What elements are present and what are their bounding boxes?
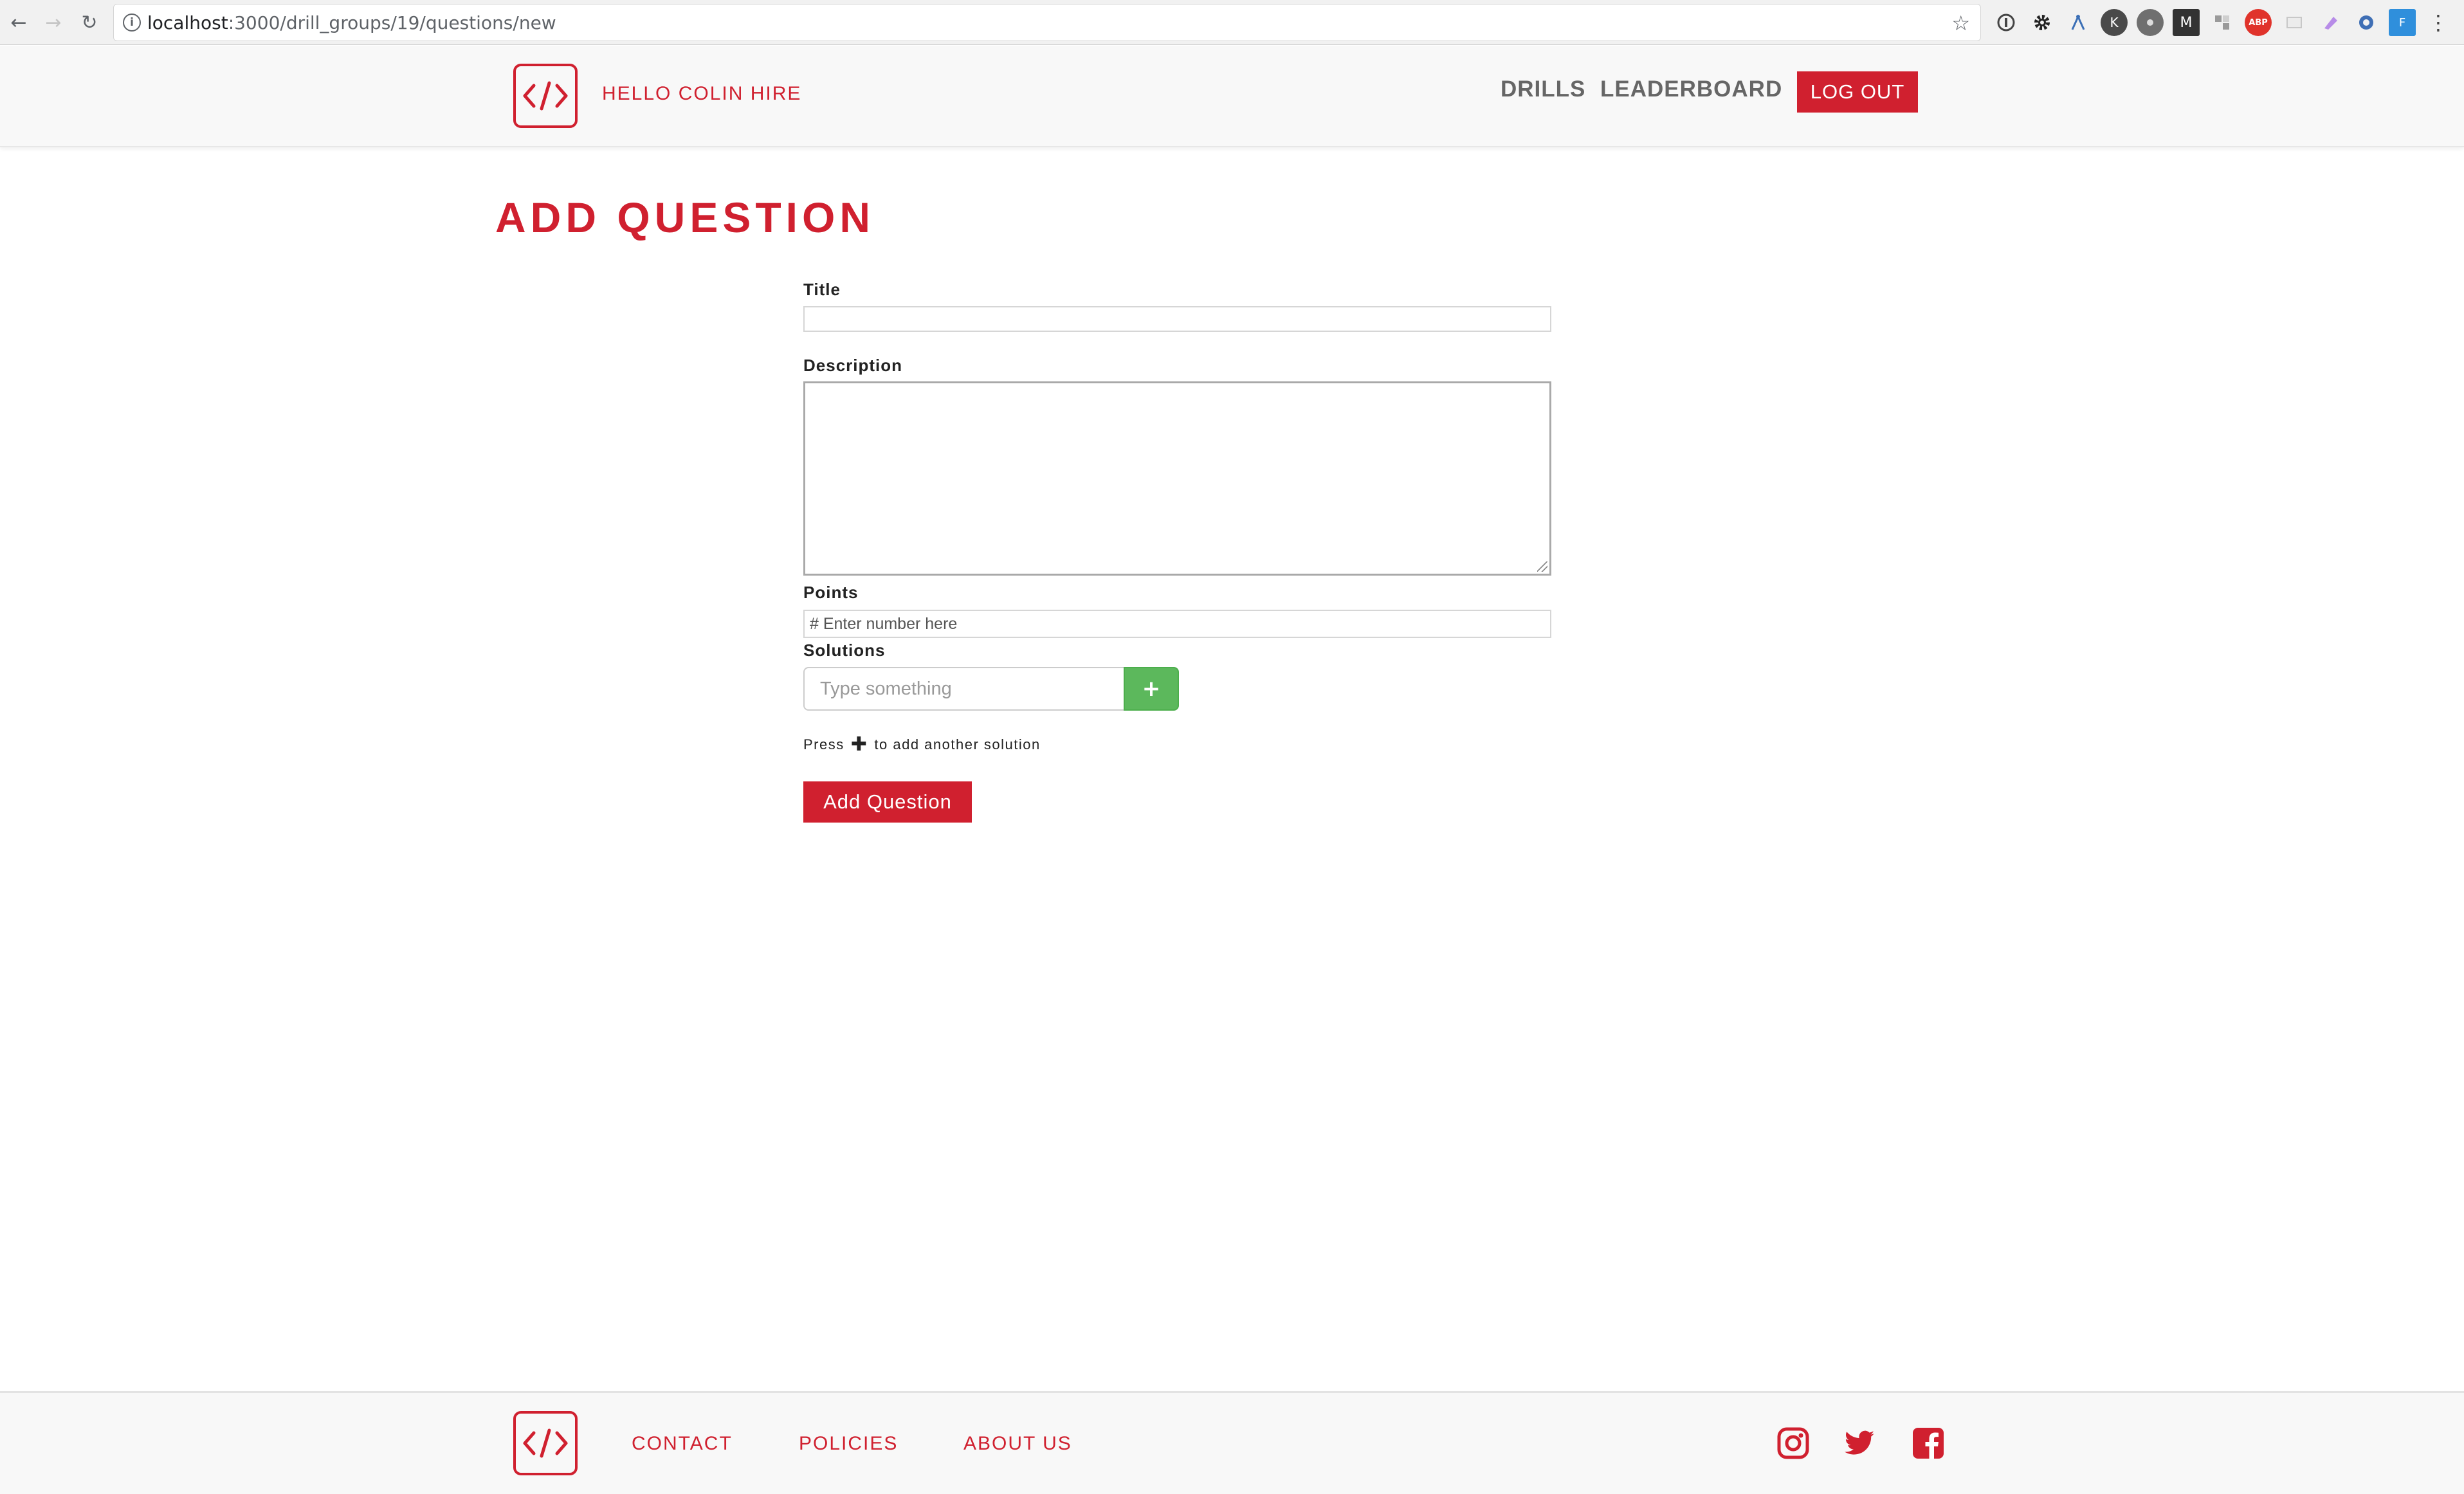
instagram-icon[interactable] — [1776, 1426, 1810, 1460]
blank-extension-icon[interactable] — [2281, 9, 2308, 36]
cloud-extension-icon[interactable] — [2353, 9, 2380, 36]
description-label: Description — [803, 356, 903, 375]
hint-suffix: to add another solution — [874, 736, 1041, 752]
browser-toolbar: ← → ↻ i localhost:3000/drill_groups/19/q… — [0, 0, 2464, 45]
site-header: HELLO COLIN HIRE DRILLS LEADERBOARD LOG … — [0, 46, 2464, 147]
points-placeholder: # Enter number here — [810, 614, 958, 633]
footer-code-logo-icon[interactable] — [513, 1411, 578, 1475]
k-extension-icon[interactable]: K — [2101, 9, 2128, 36]
footer-about-link[interactable]: ABOUT US — [963, 1433, 1072, 1455]
site-footer: CONTACT POLICIES ABOUT US — [0, 1391, 2464, 1494]
forward-icon[interactable]: → — [39, 8, 68, 37]
mail-extension-icon[interactable]: M — [2173, 9, 2200, 36]
twitter-icon[interactable] — [1843, 1426, 1877, 1460]
add-question-button[interactable]: Add Question — [803, 781, 972, 823]
solutions-label: Solutions — [803, 641, 886, 660]
puzzle-extension-icon[interactable] — [2209, 9, 2236, 36]
extensions-bar: K M ABP F ⋮ — [1993, 9, 2452, 36]
add-solution-button[interactable]: + — [1124, 667, 1179, 711]
user-greeting: HELLO COLIN HIRE — [602, 83, 802, 104]
logout-button[interactable]: LOG OUT — [1797, 71, 1918, 113]
description-textarea[interactable] — [803, 381, 1551, 576]
nav-drills-link[interactable]: DRILLS — [1501, 77, 1585, 102]
bookmark-star-icon[interactable]: ☆ — [1951, 11, 1970, 35]
url-path: :3000/drill_groups/19/questions/new — [228, 12, 556, 33]
title-input[interactable] — [803, 306, 1551, 332]
footer-policies-link[interactable]: POLICIES — [799, 1433, 898, 1455]
code-logo-icon[interactable] — [513, 64, 578, 128]
hint-prefix: Press — [803, 736, 844, 752]
info-icon[interactable]: i — [123, 14, 141, 32]
branch-extension-icon[interactable] — [2065, 9, 2092, 36]
plus-icon: + — [1142, 676, 1161, 702]
solution-input[interactable]: Type something — [803, 667, 1125, 711]
title-label: Title — [803, 280, 841, 299]
address-bar[interactable]: i localhost:3000/drill_groups/19/questio… — [113, 4, 1981, 41]
adblock-extension-icon[interactable]: ABP — [2245, 9, 2272, 36]
pin-extension-icon[interactable] — [2137, 9, 2164, 36]
solution-placeholder: Type something — [820, 678, 952, 699]
url-text[interactable]: localhost:3000/drill_groups/19/questions… — [147, 12, 556, 33]
page-title: ADD QUESTION — [495, 194, 875, 241]
footer-contact-link[interactable]: CONTACT — [632, 1433, 733, 1455]
gear-extension-icon[interactable] — [2029, 9, 2056, 36]
page: ← → ↻ i localhost:3000/drill_groups/19/q… — [0, 0, 2464, 1494]
back-icon[interactable]: ← — [4, 8, 33, 37]
resize-handle[interactable] — [1537, 561, 1547, 572]
nav-leaderboard-link[interactable]: LEADERBOARD — [1600, 77, 1782, 102]
points-label: Points — [803, 583, 859, 602]
points-input[interactable]: # Enter number here — [803, 610, 1551, 638]
password-extension-icon[interactable] — [1993, 9, 2020, 36]
color-picker-extension-icon[interactable] — [2317, 9, 2344, 36]
url-host: localhost — [147, 12, 228, 33]
browser-menu-icon[interactable]: ⋮ — [2425, 9, 2452, 36]
hint-plus-icon: ✚ — [850, 733, 868, 756]
facebook-icon[interactable] — [1912, 1426, 1945, 1460]
reload-icon[interactable]: ↻ — [75, 8, 104, 37]
solution-hint: Press ✚ to add another solution — [803, 733, 1041, 756]
translate-extension-icon[interactable]: F — [2389, 9, 2416, 36]
